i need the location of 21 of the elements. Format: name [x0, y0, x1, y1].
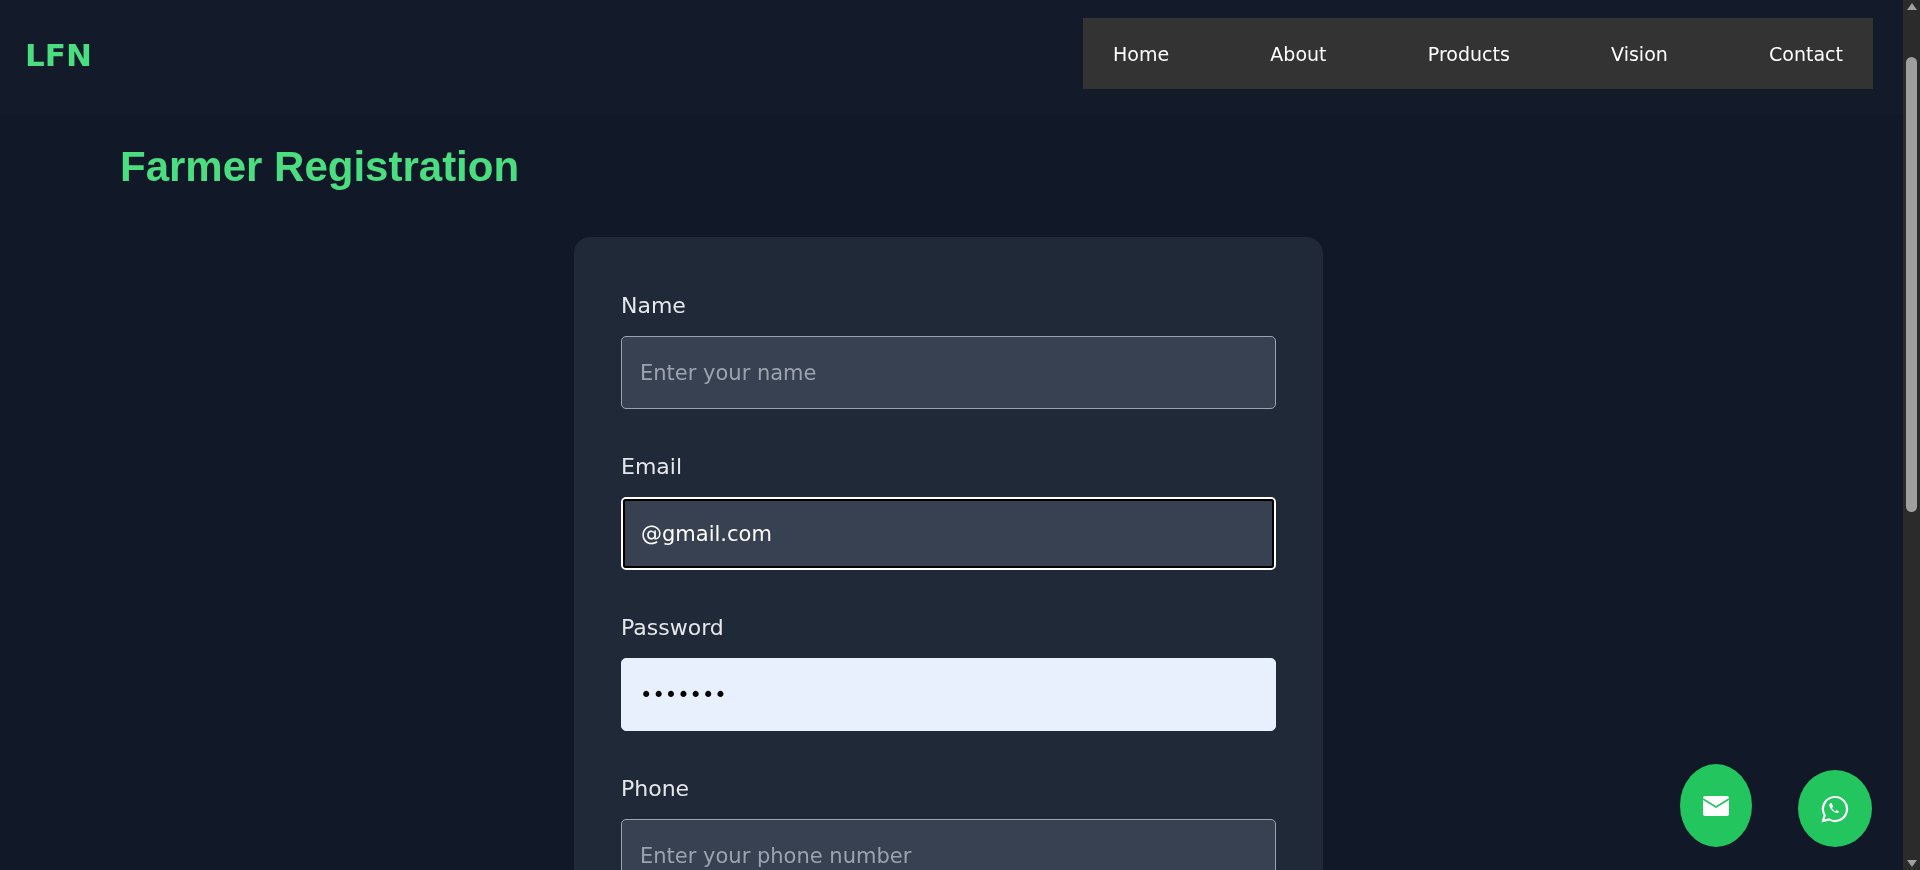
field-label: Name — [621, 293, 687, 318]
nav-link[interactable]: Home — [1113, 42, 1170, 65]
scroll-up-icon[interactable] — [1906, 3, 1917, 10]
page-title: Farmer Registration — [120, 143, 521, 191]
field-label: Email — [621, 454, 684, 479]
logo[interactable]: LFN — [25, 37, 92, 73]
scrollbar-thumb[interactable] — [1906, 57, 1917, 512]
nav-link[interactable]: Products — [1427, 42, 1510, 65]
input-field[interactable]: Enter your name — [621, 336, 1276, 409]
scroll-down-icon[interactable] — [1906, 860, 1917, 867]
nav-link[interactable]: Vision — [1611, 42, 1668, 65]
whatsapp-icon — [1821, 794, 1849, 823]
input-field[interactable]: ••••••• — [621, 658, 1276, 731]
input-field[interactable]: Enter your phone number — [621, 819, 1276, 870]
field-label: Phone — [621, 776, 691, 801]
mail-icon — [1703, 795, 1729, 816]
field-label: Password — [621, 615, 725, 640]
nav-link[interactable]: Contact — [1769, 42, 1843, 65]
input-field[interactable]: @gmail.com — [621, 497, 1276, 570]
scrollbar[interactable] — [1903, 0, 1920, 870]
nav-link[interactable]: About — [1270, 42, 1327, 65]
